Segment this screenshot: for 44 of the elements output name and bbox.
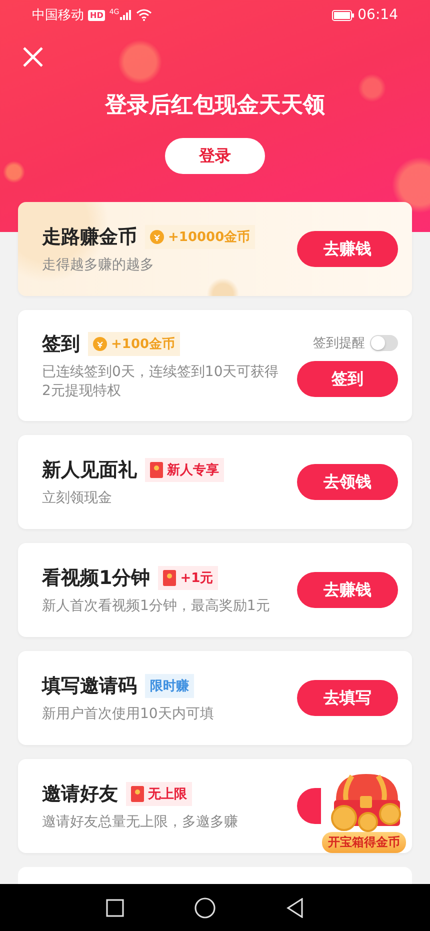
task-button[interactable]: 去赚钱 [297,572,398,608]
task-title: 走路赚金币 [42,224,137,250]
reward-text: 限时赚 [150,678,189,694]
banner-title: 登录后红包现金天天领 [105,92,325,120]
battery-icon [332,10,354,20]
reward-text: +1元 [180,570,214,586]
task-button[interactable]: 签到 [297,361,398,397]
coin-icon [93,336,107,350]
back-icon[interactable] [286,898,304,918]
task-button[interactable]: 去填写 [297,680,398,716]
signal-icon [120,10,132,20]
reminder-label: 签到提醒 [313,335,365,352]
reward-text: +100金币 [111,336,176,352]
task-title: 签到 [42,332,80,356]
task-description: 新人首次看视频1分钟，最高奖励1元 [42,596,271,616]
wifi-icon [136,9,152,21]
envelope-icon [131,786,144,802]
task-button[interactable]: 去赚钱 [297,231,398,267]
login-button[interactable]: 登录 [165,138,265,174]
task-title: 新人见面礼 [42,458,137,482]
envelope-icon [163,570,176,586]
reward-text: +10000金币 [168,228,250,246]
task-button[interactable]: 去领钱 [297,464,398,500]
clock-time: 06:14 [358,7,398,23]
recent-apps-icon[interactable] [106,898,124,916]
task-description: 邀请好友总量无上限，多邀多赚 [42,812,239,832]
task-title: 看视频1分钟 [42,566,150,590]
carrier-name: 中国移动 [32,7,84,24]
hd-badge: HD [88,10,106,20]
coin-icon [150,230,164,244]
task-description: 新用户首次使用10天内可填 [42,704,215,724]
task-title: 邀请好友 [42,782,118,806]
reward-text: 新人专享 [167,462,219,478]
reward-text: 无上限 [148,786,187,802]
envelope-icon [150,462,163,478]
home-icon[interactable] [194,896,216,918]
task-button[interactable] [297,788,321,824]
task-description: 走得越多赚的越多 [42,256,155,274]
task-title: 填写邀请码 [42,674,137,698]
task-description: 立刻领现金 [42,488,113,508]
close-button[interactable] [22,46,44,68]
chest-label[interactable]: 开宝箱得金币 [322,832,406,853]
reminder-toggle[interactable] [370,335,398,351]
task-description: 已连续签到0天，连续签到10天可获得2元提现特权 [42,362,280,400]
